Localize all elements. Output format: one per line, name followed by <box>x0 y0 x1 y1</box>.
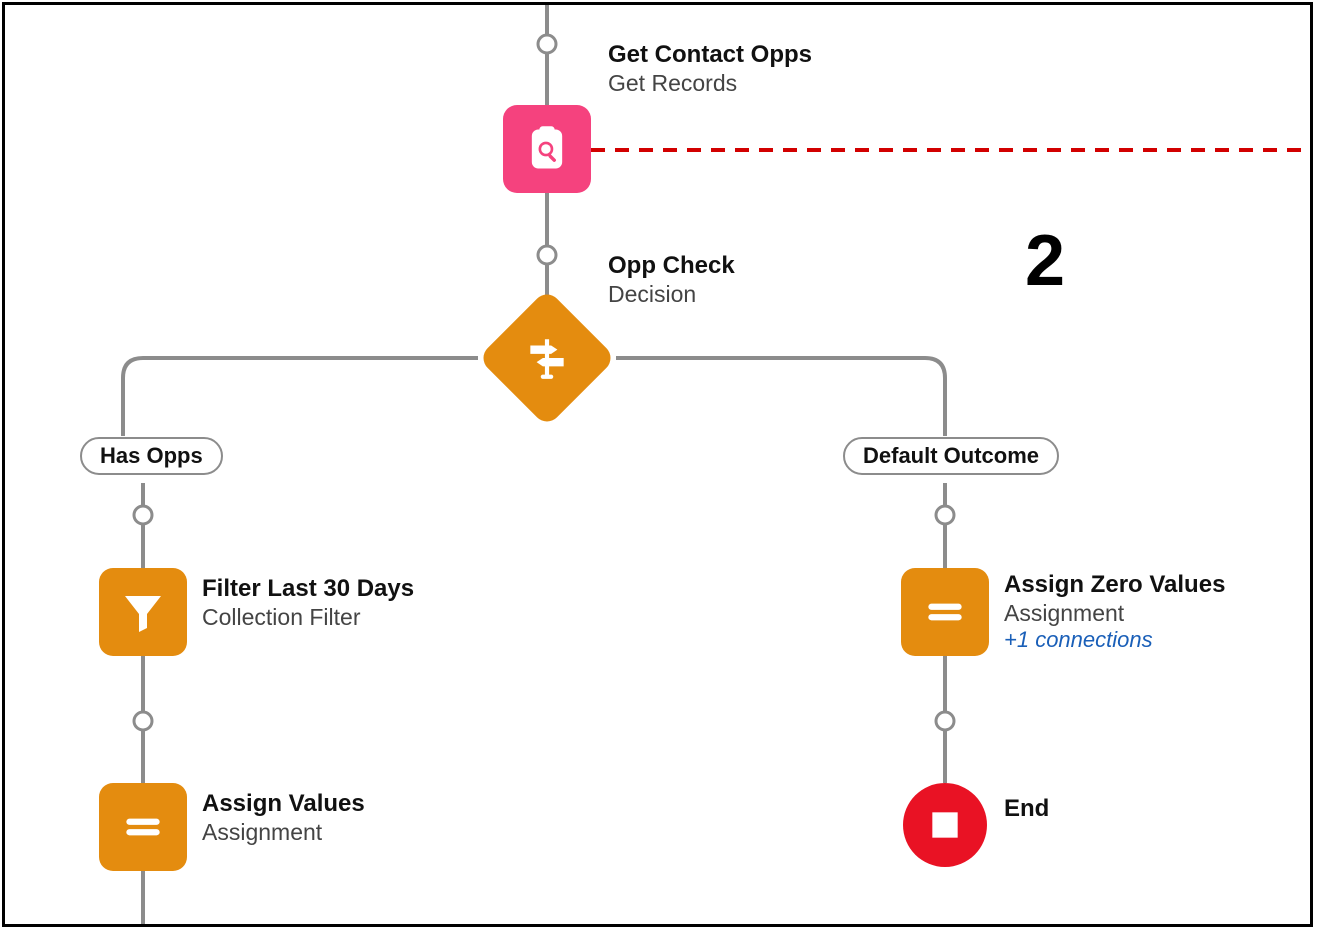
assign-zero-label: Assign Zero Values Assignment +1 connect… <box>1004 571 1225 653</box>
node-title: Assign Zero Values <box>1004 571 1225 600</box>
step-number: 2 <box>1025 220 1065 302</box>
decision-node[interactable] <box>478 289 617 428</box>
node-title: Filter Last 30 Days <box>202 575 414 604</box>
node-subtitle: Collection Filter <box>202 604 414 631</box>
equals-icon <box>118 802 168 852</box>
node-title: End <box>1004 795 1049 824</box>
node-title: Opp Check <box>608 252 735 281</box>
signpost-icon <box>522 333 572 383</box>
decision-label: Opp Check Decision <box>608 252 735 308</box>
assign-values-label: Assign Values Assignment <box>202 790 365 846</box>
get-records-node[interactable] <box>503 105 591 193</box>
clipboard-search-icon <box>521 123 573 175</box>
node-title: Assign Values <box>202 790 365 819</box>
stop-icon <box>926 806 964 844</box>
funnel-icon <box>119 588 167 636</box>
node-title: Get Contact Opps <box>608 41 812 70</box>
node-subtitle: Assignment <box>1004 600 1225 627</box>
outcome-default[interactable]: Default Outcome <box>843 437 1059 475</box>
end-node[interactable] <box>903 783 987 867</box>
assignment-node-right[interactable] <box>901 568 989 656</box>
get-records-label: Get Contact Opps Get Records <box>608 41 812 97</box>
assignment-node-left[interactable] <box>99 783 187 871</box>
node-subtitle: Decision <box>608 281 735 308</box>
flow-canvas[interactable]: 2 Get Contact Opps Get Records Opp Check… <box>2 2 1313 927</box>
end-label: End <box>1004 795 1049 824</box>
outcome-has-opps[interactable]: Has Opps <box>80 437 223 475</box>
collection-filter-node[interactable] <box>99 568 187 656</box>
node-subtitle: Get Records <box>608 70 812 97</box>
filter-label: Filter Last 30 Days Collection Filter <box>202 575 414 631</box>
node-subtitle: Assignment <box>202 819 365 846</box>
equals-icon <box>920 587 970 637</box>
node-extra-connections[interactable]: +1 connections <box>1004 627 1225 653</box>
